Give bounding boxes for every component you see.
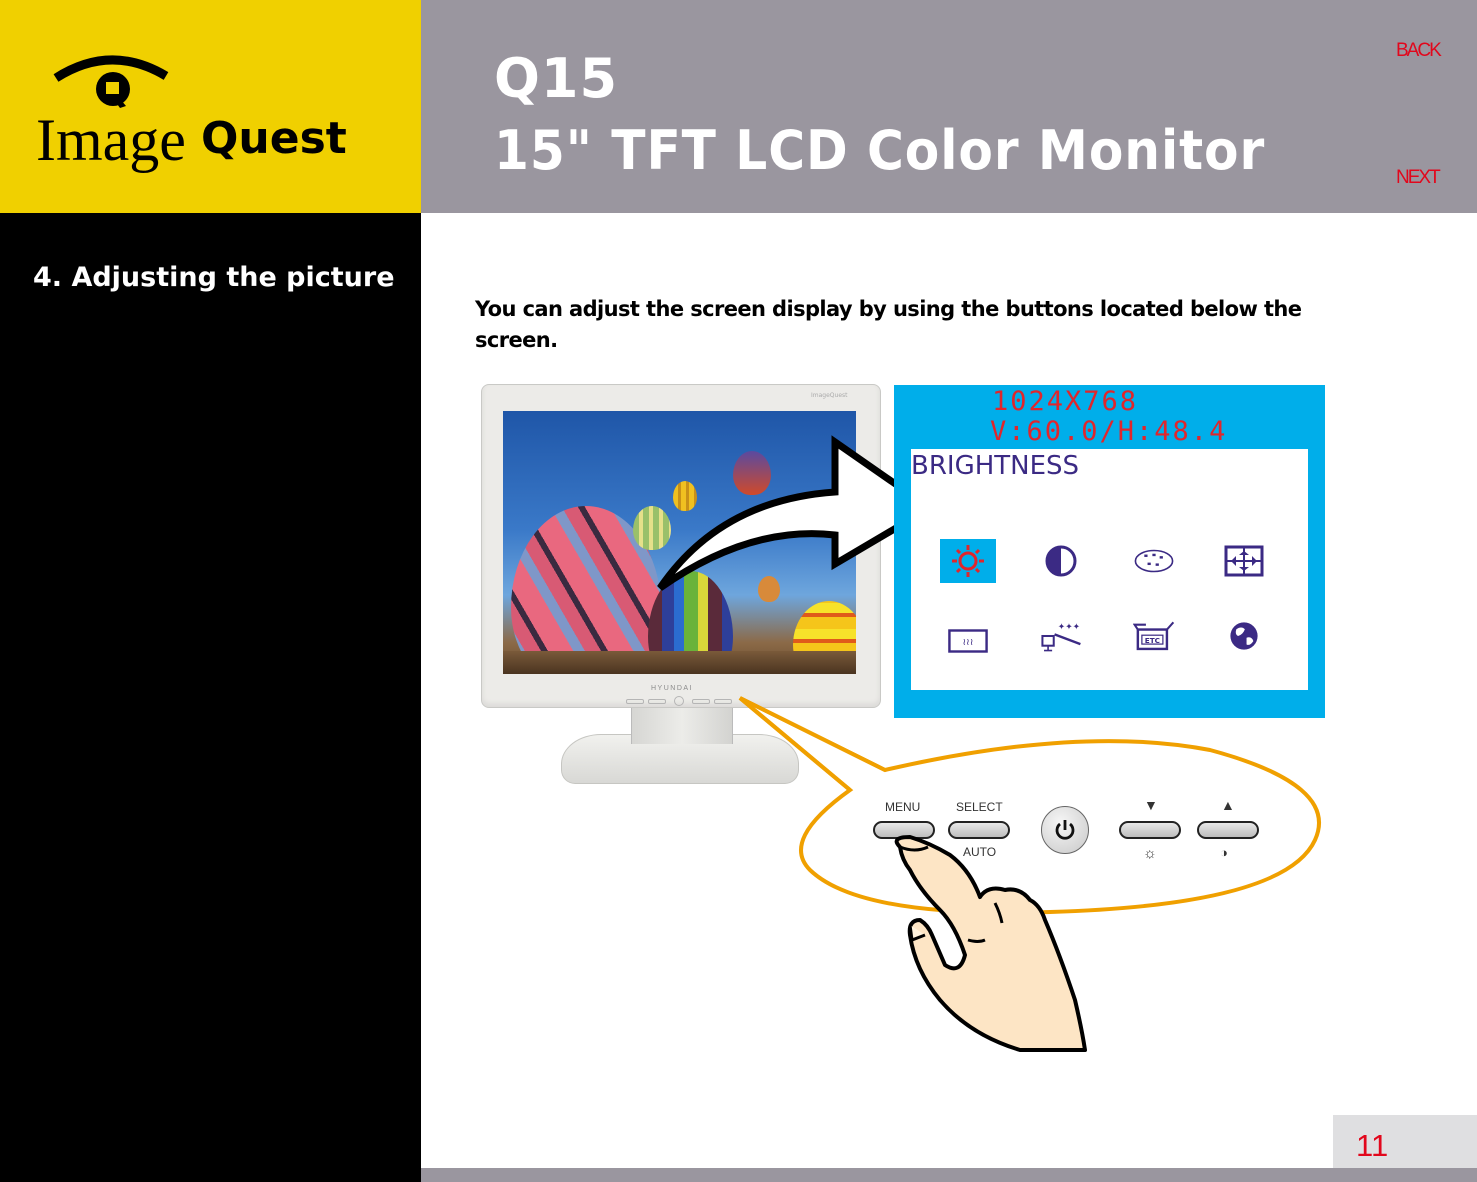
- language-globe-icon[interactable]: [1216, 614, 1272, 658]
- up-arrow-icon: ▲: [1221, 797, 1235, 813]
- up-contrast-button[interactable]: [1197, 821, 1259, 839]
- logo-text-quest: Quest: [201, 113, 347, 164]
- imagequest-logo: Image Quest: [36, 55, 347, 173]
- brightness-symbol-icon: ☼: [1143, 845, 1157, 862]
- page-number: 11: [1356, 1128, 1389, 1163]
- etc-icon[interactable]: ETC: [1126, 614, 1182, 658]
- pointing-hand-icon: [894, 835, 1087, 1052]
- sidebar: [0, 213, 421, 1182]
- phase-icon[interactable]: ≀≀≀: [940, 619, 996, 663]
- product-description: 15" TFT LCD Color Monitor: [494, 119, 1266, 182]
- position-icon[interactable]: [1216, 539, 1272, 583]
- section-title: 4. Adjusting the picture: [33, 262, 395, 293]
- osd-frequency: V:60.0/H:48.4: [990, 416, 1228, 447]
- down-brightness-button[interactable]: [1119, 821, 1181, 839]
- mini-menu-button: [626, 699, 644, 704]
- intro-text: You can adjust the screen display by usi…: [475, 297, 1302, 352]
- monitor-mini-logo: ImageQuest: [811, 392, 848, 399]
- select-label: SELECT: [956, 800, 1003, 814]
- mini-power-button: [674, 696, 684, 706]
- svg-text:ETC: ETC: [1145, 636, 1160, 645]
- contrast-symbol-icon: ◑: [1220, 845, 1228, 860]
- bottom-bar: [421, 1168, 1477, 1182]
- osd-menu: 1024X768 V:60.0/H:48.4 BRIGHTNESS ≀≀≀ ✦✦…: [894, 385, 1325, 718]
- down-arrow-icon: ▼: [1144, 797, 1158, 813]
- menu-label: MENU: [885, 800, 921, 814]
- osd-resolution: 1024X768: [992, 386, 1139, 417]
- color-palette-icon[interactable]: [1126, 539, 1182, 583]
- monitor-brand: HYUNDAI: [651, 685, 694, 692]
- page-number-box: [1333, 1115, 1477, 1168]
- svg-text:≀≀≀: ≀≀≀: [963, 637, 974, 648]
- brightness-icon[interactable]: [940, 539, 996, 583]
- osd-menu-title: BRIGHTNESS: [911, 451, 1080, 481]
- product-model: Q15: [494, 47, 619, 110]
- contrast-icon[interactable]: [1033, 539, 1089, 583]
- logo-text-image: Image: [36, 107, 186, 173]
- next-link[interactable]: NEXT: [1396, 167, 1441, 189]
- osd-panel: BRIGHTNESS ≀≀≀ ✦✦✦ ETC: [911, 449, 1308, 690]
- ground-crowd: [503, 651, 856, 674]
- svg-text:✦✦✦: ✦✦✦: [1058, 623, 1081, 633]
- mini-select-button: [648, 699, 666, 704]
- logo-panel: Image Quest: [0, 0, 421, 213]
- back-link[interactable]: BACK: [1396, 40, 1442, 62]
- auto-adjust-icon[interactable]: ✦✦✦: [1033, 614, 1089, 658]
